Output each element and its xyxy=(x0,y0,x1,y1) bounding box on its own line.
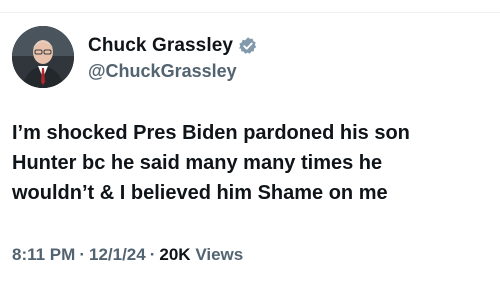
display-name-row: Chuck Grassley xyxy=(88,33,258,59)
tweet-text-line: I’m shocked Pres Biden pardoned his son xyxy=(12,122,410,144)
tweet-meta: 8:11 PM · 12/1/24 · 20K Views xyxy=(12,245,243,265)
tweet-text: I’m shocked Pres Biden pardoned his son … xyxy=(12,118,492,208)
tweet-time[interactable]: 8:11 PM xyxy=(12,245,75,264)
handle[interactable]: @ChuckGrassley xyxy=(88,61,258,82)
tweet-card: Chuck Grassley @ChuckGrassley I’m shocke… xyxy=(0,0,500,293)
author-names: Chuck Grassley @ChuckGrassley xyxy=(88,33,258,82)
top-divider xyxy=(0,12,500,13)
meta-separator: · xyxy=(149,245,156,264)
meta-separator: · xyxy=(79,245,85,264)
tweet-date[interactable]: 12/1/24 xyxy=(89,245,146,264)
verified-badge-icon xyxy=(238,36,258,56)
tweet-header: Chuck Grassley @ChuckGrassley xyxy=(12,26,258,88)
tweet-text-line: wouldn’t & I believed him Shame on me xyxy=(12,182,388,204)
avatar-image xyxy=(12,26,74,88)
avatar[interactable] xyxy=(12,26,74,88)
views-count: 20K xyxy=(159,245,191,264)
display-name[interactable]: Chuck Grassley xyxy=(88,35,233,57)
views-label: Views xyxy=(195,245,244,264)
tweet-text-line: Hunter bc he said many many times he xyxy=(12,152,383,174)
